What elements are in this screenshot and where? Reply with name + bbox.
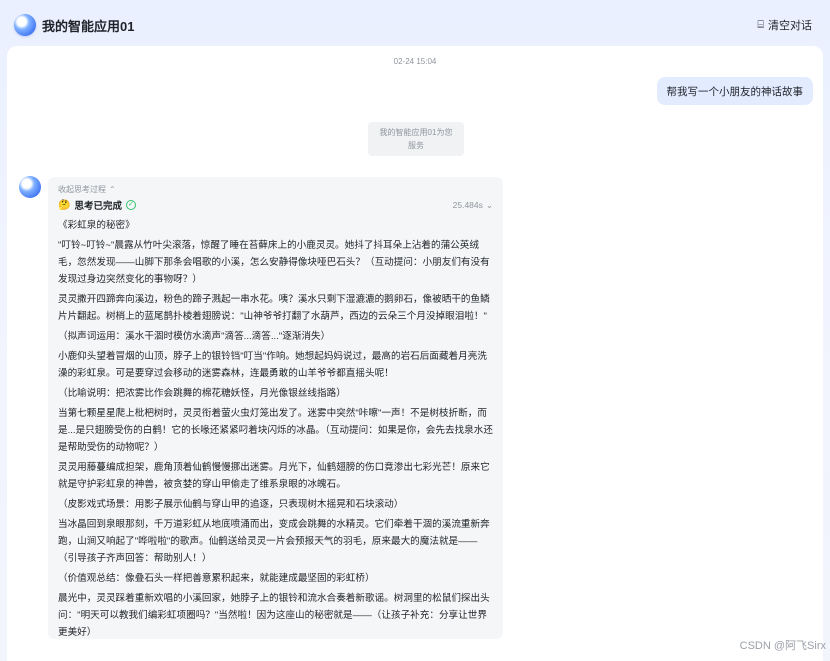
broom-icon: ⌸ <box>757 18 764 31</box>
thinking-status: 🤔 思考已完成 ✓ <box>58 198 136 212</box>
thinking-status-label: 思考已完成 <box>74 201 122 212</box>
service-notice-line1: 我的智能应用01为您 <box>379 128 453 137</box>
clear-conversation-label: 清空对话 <box>768 20 812 32</box>
clear-conversation-button[interactable]: ⌸ 清空对话 <box>757 17 812 33</box>
bot-answer: 收起思考过程 ⌃ 🤔 思考已完成 ✓ 25.484s ⌄ 《彩虹泉的秘密》 "叮… <box>48 177 503 639</box>
csdn-watermark: CSDN @阿飞Sirx <box>739 640 826 652</box>
bot-avatar <box>19 176 41 198</box>
story-paragraph: （拟声词运用：溪水干涸时模仿水滴声"滴答...滴答..."逐渐消失） <box>58 331 331 342</box>
story-paragraph: 当冰晶回到泉眼那刻，千万道彩虹从地底喷涌而出，变成会跳舞的水精灵。它们牵着干涸的… <box>58 519 490 564</box>
story-paragraph: 小鹿仰头望着冒烟的山顶，脖子上的银铃铛"叮当"作响。她想起妈妈说过，最高的岩石后… <box>58 351 487 379</box>
thinking-duration-value: 25.484s <box>452 200 483 210</box>
app-logo-icon <box>14 14 36 36</box>
story-paragraph: 《彩虹泉的秘密》 <box>58 220 135 231</box>
app-header: 我的智能应用01 ⌸ 清空对话 <box>0 0 830 50</box>
user-message-bubble: 帮我写一个小朋友的神话故事 <box>656 77 813 105</box>
brand: 我的智能应用01 <box>14 14 134 36</box>
service-notice: 我的智能应用01为您 服务 <box>368 122 464 156</box>
check-circle-icon: ✓ <box>125 200 136 210</box>
story-paragraph: 当第七颗星星爬上枇杷树时，灵灵衔着萤火虫灯笼出发了。迷雾中突然"咔嚓"一声！不是… <box>58 408 493 453</box>
story-paragraph: "叮铃~叮铃~"晨露从竹叶尖滚落，惊醒了睡在苔藓床上的小鹿灵灵。她抖了抖耳朵上沾… <box>58 240 490 285</box>
story-paragraph: 灵灵用藤蔓编成担架，鹿角顶着仙鹤慢慢挪出迷雾。月光下，仙鹤翅膀的伤口竟渗出七彩光… <box>58 462 490 490</box>
story-paragraph: （皮影戏式场景：用影子展示仙鹤与穿山甲的追逐，只表现树木摇晃和石块滚动） <box>58 499 404 510</box>
app-title: 我的智能应用01 <box>42 18 135 34</box>
thinking-status-row: 🤔 思考已完成 ✓ 25.484s ⌄ <box>58 197 493 213</box>
service-notice-line2: 服务 <box>408 141 424 150</box>
story-paragraph: 灵灵撒开四蹄奔向溪边，粉色的蹄子溅起一串水花。咦？溪水只剩下湿漉漉的鹅卵石，像被… <box>58 294 490 322</box>
story-paragraph: 晨光中，灵灵踩着重新欢唱的小溪回家，她脖子上的银铃和流水合奏着新歌谣。树洞里的松… <box>58 593 490 638</box>
story-paragraph: （价值观总结：像叠石头一样把善意累积起来，就能建成最坚固的彩虹桥） <box>58 573 375 584</box>
collapse-thinking-label: 收起思考过程 <box>58 184 106 194</box>
thinking-face-icon: 🤔 <box>58 199 71 211</box>
collapse-thinking-toggle[interactable]: 收起思考过程 ⌃ <box>58 183 493 195</box>
message-timestamp: 02-24 15:04 <box>393 57 437 66</box>
story-paragraph: （比喻说明：把浓雾比作会跳舞的棉花糖妖怪，月光像银丝线指路） <box>58 388 346 399</box>
thinking-duration[interactable]: 25.484s ⌄ <box>453 200 493 211</box>
story-text: 《彩虹泉的秘密》 "叮铃~叮铃~"晨露从竹叶尖滚落，惊醒了睡在苔藓床上的小鹿灵灵… <box>58 217 493 641</box>
chevron-down-icon: ⌄ <box>485 199 493 210</box>
chevron-up-icon: ⌃ <box>109 184 116 194</box>
